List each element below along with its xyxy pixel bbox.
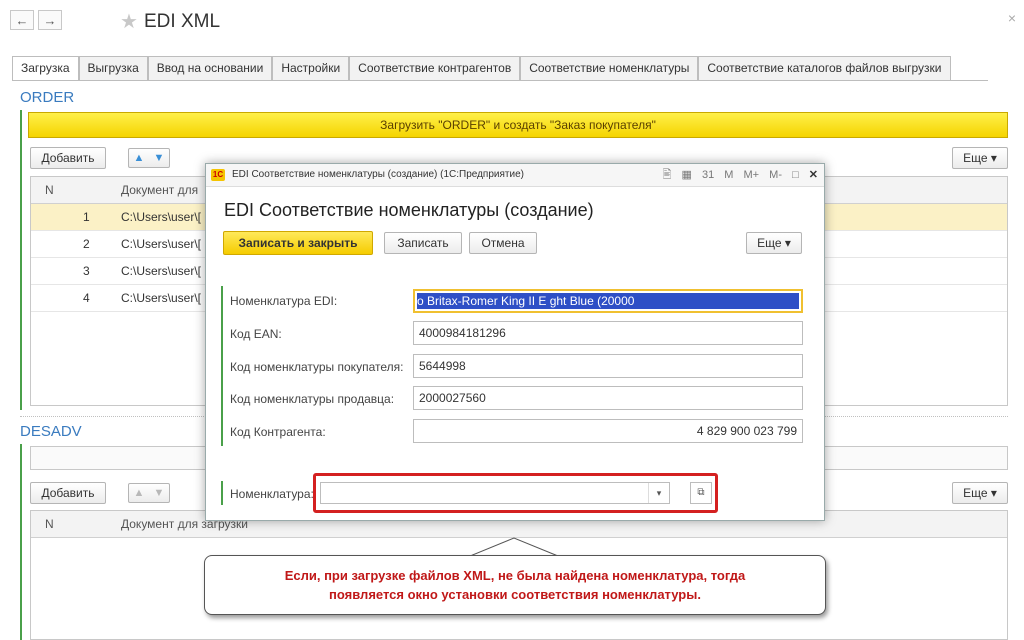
1c-logo-icon: 1С	[211, 169, 225, 181]
order-add-button[interactable]: Добавить	[30, 147, 106, 169]
callout-line-2: появляется окно установки соответствия н…	[329, 587, 701, 602]
fields-group-marker	[221, 286, 223, 446]
cancel-button[interactable]: Отмена	[469, 232, 537, 254]
tab-zagruzka[interactable]: Загрузка	[12, 56, 79, 81]
dialog-heading: EDI Соответствие номенклатуры (создание)	[224, 200, 594, 220]
ean-label: Код EAN:	[230, 327, 282, 341]
move-down-icon[interactable]: ▼	[149, 149, 169, 167]
callout-pointer	[470, 537, 559, 557]
tab-sootvetstvie-katalogov[interactable]: Соответствие каталогов файлов выгрузки	[698, 56, 951, 80]
calendar-icon[interactable]: 31	[702, 164, 714, 186]
seller-code-field[interactable]: 2000027560	[413, 386, 803, 410]
tab-bar: Загрузка Выгрузка Ввод на основании Наст…	[12, 56, 951, 81]
load-order-button[interactable]: Загрузить "ORDER" и создать "Заказ покуп…	[28, 112, 1008, 138]
column-n: N	[45, 183, 54, 197]
order-group-marker	[20, 110, 22, 410]
tab-vygruzka[interactable]: Выгрузка	[78, 56, 148, 80]
desadv-section-title: DESADV	[20, 423, 82, 440]
column-n: N	[45, 517, 54, 531]
ean-field[interactable]: 4000984181296	[413, 321, 803, 345]
table-icon[interactable]: ▦	[682, 164, 692, 186]
edi-nomenclature-field[interactable]: o Britax-Romer King II E ght Blue (20000	[413, 289, 803, 313]
column-document: Документ для	[121, 183, 199, 197]
move-up-icon[interactable]: ▲	[129, 484, 149, 502]
print-icon[interactable]: 🖹	[663, 164, 672, 186]
save-and-close-button[interactable]: Записать и закрыть	[223, 231, 373, 255]
edi-value-text: o Britax-Romer King II E ght Blue (20000	[417, 293, 799, 309]
dialog-window-title: EDI Соответствие номенклатуры (создание)…	[232, 169, 524, 180]
move-up-icon[interactable]: ▲	[129, 149, 149, 167]
order-section-title: ORDER	[20, 89, 75, 106]
nomenclature-label: Номенклатура:	[230, 487, 314, 501]
dialog-titlebar: 1С EDI Соответствие номенклатуры (создан…	[206, 164, 824, 187]
forward-button[interactable]: →	[38, 10, 62, 30]
memory-plus-icon[interactable]: M+	[744, 164, 760, 186]
desadv-more-button[interactable]: Еще ▾	[952, 482, 1008, 504]
tab-nastroyki[interactable]: Настройки	[272, 56, 350, 80]
order-more-button[interactable]: Еще ▾	[952, 147, 1008, 169]
row-number: 2	[83, 237, 90, 251]
nomenclature-group-marker	[221, 481, 223, 505]
window-title: EDI XML	[144, 11, 221, 32]
highlight-box	[313, 473, 718, 513]
tab-sootvetstvie-nomenklatury[interactable]: Соответствие номенклатуры	[520, 56, 699, 80]
buyer-code-label: Код номенклатуры покупателя:	[230, 360, 404, 374]
desadv-move-buttons: ▲ ▼	[128, 483, 170, 503]
row-number: 3	[83, 264, 90, 278]
favorite-star-icon[interactable]: ★	[120, 9, 138, 34]
row-document: C:\Users\user\[	[121, 237, 202, 251]
memory-icon[interactable]: M	[724, 164, 733, 186]
annotation-callout: Если, при загрузке файлов XML, не была н…	[204, 555, 826, 615]
maximize-icon[interactable]: □	[792, 164, 799, 186]
tab-vvod-na-osnovanii[interactable]: Ввод на основании	[147, 56, 273, 80]
row-document: C:\Users\user\[	[121, 210, 202, 224]
save-button[interactable]: Записать	[384, 232, 462, 254]
desadv-group-marker	[20, 444, 22, 640]
back-button[interactable]: ←	[10, 10, 34, 30]
row-number: 1	[83, 210, 90, 224]
dialog-more-button[interactable]: Еще ▾	[746, 232, 802, 254]
edi-label: Номенклатура EDI:	[230, 294, 338, 308]
row-document: C:\Users\user\[	[121, 264, 202, 278]
close-icon[interactable]: ×	[1008, 10, 1016, 26]
memory-minus-icon[interactable]: M-	[769, 164, 782, 186]
row-document: C:\Users\user\[	[121, 291, 202, 305]
seller-code-label: Код номенклатуры продавца:	[230, 392, 395, 406]
close-icon[interactable]: ✕	[809, 164, 818, 186]
tab-divider	[12, 80, 988, 81]
contractor-code-label: Код Контрагента:	[230, 425, 326, 439]
desadv-add-button[interactable]: Добавить	[30, 482, 106, 504]
contractor-code-field[interactable]: 4 829 900 023 799	[413, 419, 803, 443]
tab-sootvetstvie-kontragentov[interactable]: Соответствие контрагентов	[349, 56, 521, 80]
titlebar-icons: 🖹 ▦ 31 M M+ M- □ ✕	[656, 164, 818, 186]
move-down-icon[interactable]: ▼	[149, 484, 169, 502]
nomenclature-dialog: 1С EDI Соответствие номенклатуры (создан…	[205, 163, 825, 521]
buyer-code-field[interactable]: 5644998	[413, 354, 803, 378]
row-number: 4	[83, 291, 90, 305]
callout-line-1: Если, при загрузке файлов XML, не была н…	[284, 568, 746, 583]
order-move-buttons: ▲ ▼	[128, 148, 170, 168]
